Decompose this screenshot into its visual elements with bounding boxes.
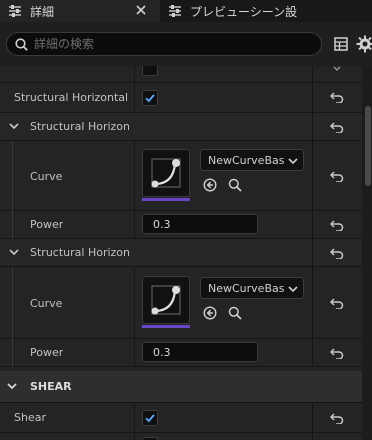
tab-preview-label: プレビューシーン設 <box>190 5 298 19</box>
property-row-power-1: Power 0.3 <box>0 211 362 239</box>
section-header-shear[interactable]: SHEAR <box>0 371 362 403</box>
reset-arrow-icon[interactable] <box>330 91 344 103</box>
chevron-down-icon[interactable] <box>9 249 19 256</box>
section-title: SHEAR <box>30 380 72 393</box>
checkmark-icon <box>145 414 155 423</box>
chevron-down-icon <box>288 158 298 164</box>
reset-arrow-icon[interactable] <box>330 219 344 231</box>
group-label: Structural Horizontal <box>30 246 130 259</box>
curve-thumbnail[interactable] <box>142 276 190 324</box>
details-panel: Structural Horizontal C Structural Horiz… <box>0 66 362 440</box>
property-label: Shear <box>14 411 46 424</box>
power-value: 0.3 <box>153 218 171 231</box>
property-row-curve-2: Curve NewCurveBas <box>0 267 362 339</box>
curve-thumbnail[interactable] <box>142 149 190 197</box>
property-label: Structural Horizontal C <box>14 91 132 104</box>
curve-asset-combo[interactable]: NewCurveBas <box>200 277 304 299</box>
chevron-down-icon <box>288 286 298 292</box>
property-label: Curve <box>30 170 63 183</box>
reset-arrow-icon[interactable] <box>330 170 344 182</box>
curve-thumbnail-underline <box>142 325 190 328</box>
property-row-shear: Shear <box>0 403 362 433</box>
search-box[interactable] <box>6 32 322 56</box>
group-header-structural-horizontal-1[interactable]: Structural Horizontal <box>0 113 362 141</box>
sliders-icon <box>168 4 182 18</box>
arrow-left-circle-icon[interactable] <box>203 178 217 192</box>
property-label: Power <box>30 218 64 231</box>
property-row-partial-bottom <box>0 433 362 440</box>
magnifier-icon[interactable] <box>228 178 242 192</box>
checkbox-shear[interactable] <box>142 410 158 426</box>
reset-arrow-icon[interactable] <box>330 247 344 259</box>
property-row-partial <box>0 66 362 83</box>
gear-icon[interactable] <box>356 35 372 53</box>
power-input[interactable]: 0.3 <box>142 214 258 234</box>
curve-asset-combo[interactable]: NewCurveBas <box>200 149 304 171</box>
magnifier-icon[interactable] <box>228 306 242 320</box>
property-row-structural-horizontal: Structural Horizontal C <box>0 83 362 113</box>
grid-icon[interactable] <box>334 37 348 51</box>
property-label: Power <box>30 346 64 359</box>
tab-details-label: 詳細 <box>30 5 55 19</box>
reset-arrow-icon[interactable] <box>330 297 344 309</box>
close-icon[interactable] <box>136 5 146 15</box>
group-header-structural-horizontal-2[interactable]: Structural Horizontal <box>0 239 362 267</box>
checkbox-partial[interactable] <box>142 66 158 76</box>
checkbox-structural-horizontal[interactable] <box>142 90 158 106</box>
reset-arrow-icon[interactable] <box>330 121 344 133</box>
arrow-left-circle-icon[interactable] <box>203 306 217 320</box>
tab-details[interactable]: 詳細 <box>0 0 160 22</box>
tab-preview-scene[interactable]: プレビューシーン設 <box>160 0 372 22</box>
chevron-down-icon <box>333 66 341 72</box>
checkmark-icon <box>145 94 155 103</box>
chevron-down-icon[interactable] <box>9 123 19 130</box>
search-icon <box>15 37 28 51</box>
curve-asset-name: NewCurveBas <box>208 282 285 295</box>
curve-asset-name: NewCurveBas <box>208 154 285 167</box>
property-row-curve-1: Curve NewCurveBas <box>0 141 362 211</box>
curve-thumbnail-underline <box>142 198 190 201</box>
chevron-down-icon[interactable] <box>7 383 17 390</box>
property-row-power-2: Power 0.3 <box>0 339 362 367</box>
reset-arrow-icon[interactable] <box>330 412 344 424</box>
property-label: Curve <box>30 297 63 310</box>
power-value: 0.3 <box>153 346 171 359</box>
sliders-icon <box>8 4 22 18</box>
search-input[interactable] <box>34 37 304 51</box>
power-input[interactable]: 0.3 <box>142 342 258 362</box>
scrollbar-thumb[interactable] <box>365 106 371 186</box>
reset-arrow-icon[interactable] <box>330 347 344 359</box>
group-label: Structural Horizontal <box>30 120 130 133</box>
